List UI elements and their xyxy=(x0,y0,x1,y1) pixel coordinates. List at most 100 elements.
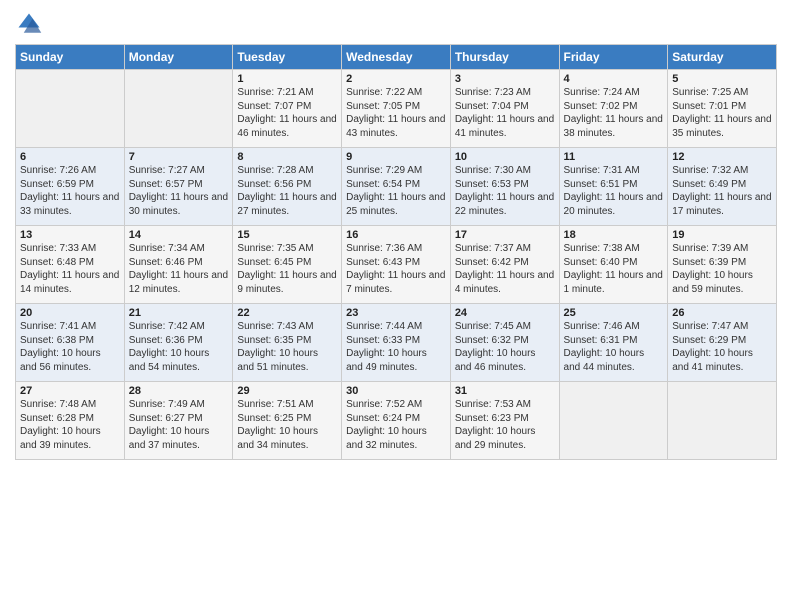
calendar-cell: 8Sunrise: 7:28 AM Sunset: 6:56 PM Daylig… xyxy=(233,148,342,226)
day-info: Sunrise: 7:23 AM Sunset: 7:04 PM Dayligh… xyxy=(455,86,555,140)
calendar-cell: 21Sunrise: 7:42 AM Sunset: 6:36 PM Dayli… xyxy=(124,304,233,382)
calendar-cell: 22Sunrise: 7:43 AM Sunset: 6:35 PM Dayli… xyxy=(233,304,342,382)
calendar-table: SundayMondayTuesdayWednesdayThursdayFrid… xyxy=(15,44,777,460)
calendar-week-row: 13Sunrise: 7:33 AM Sunset: 6:48 PM Dayli… xyxy=(16,226,777,304)
day-number: 25 xyxy=(564,307,664,319)
day-info: Sunrise: 7:49 AM Sunset: 6:27 PM Dayligh… xyxy=(129,398,229,452)
day-number: 13 xyxy=(20,229,120,241)
day-info: Sunrise: 7:52 AM Sunset: 6:24 PM Dayligh… xyxy=(346,398,446,452)
day-info: Sunrise: 7:26 AM Sunset: 6:59 PM Dayligh… xyxy=(20,164,120,218)
day-info: Sunrise: 7:46 AM Sunset: 6:31 PM Dayligh… xyxy=(564,320,664,374)
day-info: Sunrise: 7:32 AM Sunset: 6:49 PM Dayligh… xyxy=(672,164,772,218)
day-info: Sunrise: 7:48 AM Sunset: 6:28 PM Dayligh… xyxy=(20,398,120,452)
calendar-cell xyxy=(16,70,125,148)
calendar-cell: 30Sunrise: 7:52 AM Sunset: 6:24 PM Dayli… xyxy=(342,382,451,460)
calendar-cell: 10Sunrise: 7:30 AM Sunset: 6:53 PM Dayli… xyxy=(450,148,559,226)
day-number: 18 xyxy=(564,229,664,241)
day-info: Sunrise: 7:24 AM Sunset: 7:02 PM Dayligh… xyxy=(564,86,664,140)
day-number: 20 xyxy=(20,307,120,319)
calendar-cell: 7Sunrise: 7:27 AM Sunset: 6:57 PM Daylig… xyxy=(124,148,233,226)
day-info: Sunrise: 7:43 AM Sunset: 6:35 PM Dayligh… xyxy=(237,320,337,374)
calendar-cell: 4Sunrise: 7:24 AM Sunset: 7:02 PM Daylig… xyxy=(559,70,668,148)
header-row: SundayMondayTuesdayWednesdayThursdayFrid… xyxy=(16,45,777,70)
day-info: Sunrise: 7:34 AM Sunset: 6:46 PM Dayligh… xyxy=(129,242,229,296)
day-number: 2 xyxy=(346,73,446,85)
day-info: Sunrise: 7:35 AM Sunset: 6:45 PM Dayligh… xyxy=(237,242,337,296)
calendar-cell: 27Sunrise: 7:48 AM Sunset: 6:28 PM Dayli… xyxy=(16,382,125,460)
calendar-cell xyxy=(559,382,668,460)
day-info: Sunrise: 7:30 AM Sunset: 6:53 PM Dayligh… xyxy=(455,164,555,218)
day-number: 6 xyxy=(20,151,120,163)
day-number: 30 xyxy=(346,385,446,397)
day-number: 28 xyxy=(129,385,229,397)
calendar-cell: 24Sunrise: 7:45 AM Sunset: 6:32 PM Dayli… xyxy=(450,304,559,382)
page: SundayMondayTuesdayWednesdayThursdayFrid… xyxy=(0,0,792,612)
calendar-body: 1Sunrise: 7:21 AM Sunset: 7:07 PM Daylig… xyxy=(16,70,777,460)
calendar-cell: 13Sunrise: 7:33 AM Sunset: 6:48 PM Dayli… xyxy=(16,226,125,304)
day-number: 31 xyxy=(455,385,555,397)
day-info: Sunrise: 7:36 AM Sunset: 6:43 PM Dayligh… xyxy=(346,242,446,296)
logo-icon xyxy=(15,10,43,38)
calendar-cell: 1Sunrise: 7:21 AM Sunset: 7:07 PM Daylig… xyxy=(233,70,342,148)
calendar-cell: 6Sunrise: 7:26 AM Sunset: 6:59 PM Daylig… xyxy=(16,148,125,226)
day-number: 26 xyxy=(672,307,772,319)
calendar-week-row: 27Sunrise: 7:48 AM Sunset: 6:28 PM Dayli… xyxy=(16,382,777,460)
day-of-week-header: Saturday xyxy=(668,45,777,70)
day-info: Sunrise: 7:22 AM Sunset: 7:05 PM Dayligh… xyxy=(346,86,446,140)
day-number: 15 xyxy=(237,229,337,241)
calendar-cell: 12Sunrise: 7:32 AM Sunset: 6:49 PM Dayli… xyxy=(668,148,777,226)
day-of-week-header: Thursday xyxy=(450,45,559,70)
calendar-cell: 2Sunrise: 7:22 AM Sunset: 7:05 PM Daylig… xyxy=(342,70,451,148)
day-of-week-header: Monday xyxy=(124,45,233,70)
day-number: 19 xyxy=(672,229,772,241)
day-info: Sunrise: 7:44 AM Sunset: 6:33 PM Dayligh… xyxy=(346,320,446,374)
calendar-cell: 25Sunrise: 7:46 AM Sunset: 6:31 PM Dayli… xyxy=(559,304,668,382)
calendar-cell xyxy=(124,70,233,148)
day-number: 5 xyxy=(672,73,772,85)
day-of-week-header: Sunday xyxy=(16,45,125,70)
day-number: 4 xyxy=(564,73,664,85)
calendar-cell: 28Sunrise: 7:49 AM Sunset: 6:27 PM Dayli… xyxy=(124,382,233,460)
day-info: Sunrise: 7:29 AM Sunset: 6:54 PM Dayligh… xyxy=(346,164,446,218)
day-number: 27 xyxy=(20,385,120,397)
day-number: 21 xyxy=(129,307,229,319)
calendar-week-row: 1Sunrise: 7:21 AM Sunset: 7:07 PM Daylig… xyxy=(16,70,777,148)
day-info: Sunrise: 7:41 AM Sunset: 6:38 PM Dayligh… xyxy=(20,320,120,374)
calendar-cell xyxy=(668,382,777,460)
calendar-cell: 19Sunrise: 7:39 AM Sunset: 6:39 PM Dayli… xyxy=(668,226,777,304)
calendar-cell: 26Sunrise: 7:47 AM Sunset: 6:29 PM Dayli… xyxy=(668,304,777,382)
day-info: Sunrise: 7:31 AM Sunset: 6:51 PM Dayligh… xyxy=(564,164,664,218)
calendar-week-row: 20Sunrise: 7:41 AM Sunset: 6:38 PM Dayli… xyxy=(16,304,777,382)
day-number: 10 xyxy=(455,151,555,163)
calendar-cell: 18Sunrise: 7:38 AM Sunset: 6:40 PM Dayli… xyxy=(559,226,668,304)
day-number: 7 xyxy=(129,151,229,163)
day-info: Sunrise: 7:42 AM Sunset: 6:36 PM Dayligh… xyxy=(129,320,229,374)
day-info: Sunrise: 7:33 AM Sunset: 6:48 PM Dayligh… xyxy=(20,242,120,296)
day-number: 11 xyxy=(564,151,664,163)
day-info: Sunrise: 7:45 AM Sunset: 6:32 PM Dayligh… xyxy=(455,320,555,374)
day-number: 8 xyxy=(237,151,337,163)
day-info: Sunrise: 7:25 AM Sunset: 7:01 PM Dayligh… xyxy=(672,86,772,140)
day-info: Sunrise: 7:39 AM Sunset: 6:39 PM Dayligh… xyxy=(672,242,772,296)
calendar-cell: 3Sunrise: 7:23 AM Sunset: 7:04 PM Daylig… xyxy=(450,70,559,148)
header xyxy=(15,10,777,38)
calendar-cell: 20Sunrise: 7:41 AM Sunset: 6:38 PM Dayli… xyxy=(16,304,125,382)
calendar-cell: 11Sunrise: 7:31 AM Sunset: 6:51 PM Dayli… xyxy=(559,148,668,226)
day-number: 3 xyxy=(455,73,555,85)
calendar-cell: 31Sunrise: 7:53 AM Sunset: 6:23 PM Dayli… xyxy=(450,382,559,460)
day-info: Sunrise: 7:38 AM Sunset: 6:40 PM Dayligh… xyxy=(564,242,664,296)
calendar-cell: 14Sunrise: 7:34 AM Sunset: 6:46 PM Dayli… xyxy=(124,226,233,304)
calendar-cell: 29Sunrise: 7:51 AM Sunset: 6:25 PM Dayli… xyxy=(233,382,342,460)
day-info: Sunrise: 7:47 AM Sunset: 6:29 PM Dayligh… xyxy=(672,320,772,374)
calendar-cell: 16Sunrise: 7:36 AM Sunset: 6:43 PM Dayli… xyxy=(342,226,451,304)
day-info: Sunrise: 7:53 AM Sunset: 6:23 PM Dayligh… xyxy=(455,398,555,452)
day-number: 24 xyxy=(455,307,555,319)
logo xyxy=(15,10,47,38)
day-number: 16 xyxy=(346,229,446,241)
day-number: 14 xyxy=(129,229,229,241)
day-info: Sunrise: 7:51 AM Sunset: 6:25 PM Dayligh… xyxy=(237,398,337,452)
calendar-cell: 17Sunrise: 7:37 AM Sunset: 6:42 PM Dayli… xyxy=(450,226,559,304)
calendar-cell: 9Sunrise: 7:29 AM Sunset: 6:54 PM Daylig… xyxy=(342,148,451,226)
day-number: 1 xyxy=(237,73,337,85)
calendar-cell: 15Sunrise: 7:35 AM Sunset: 6:45 PM Dayli… xyxy=(233,226,342,304)
